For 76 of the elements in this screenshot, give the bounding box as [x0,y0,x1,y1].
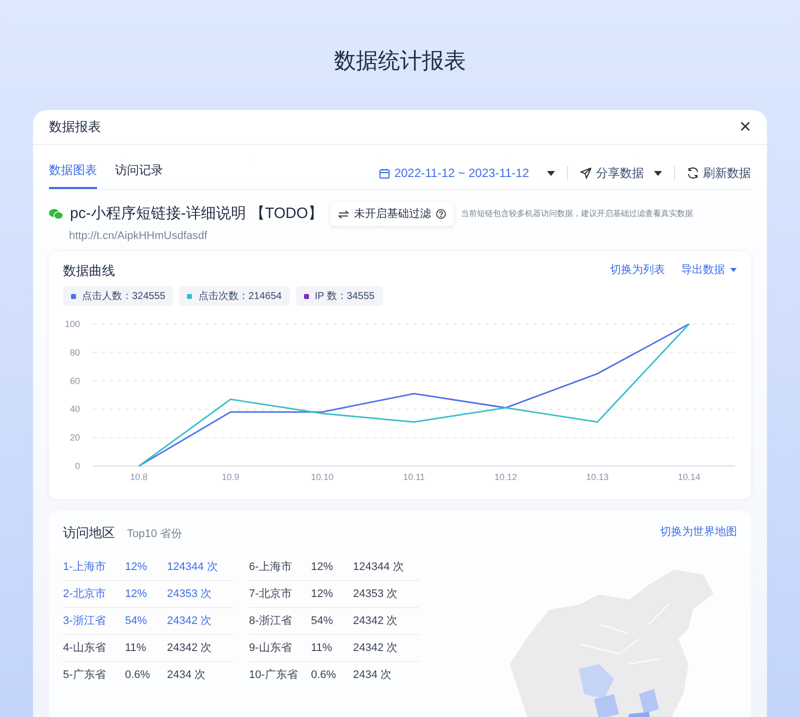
legend-chip[interactable]: IP 数：34555 [296,286,383,306]
filter-hint: 当前短链包含较多机器访问数据，建议开启基础过滤查看真实数据 [461,208,694,220]
region-name: 9-山东省 [249,640,293,656]
region-share: 54% [311,614,334,629]
calendar-icon [379,168,390,178]
x-tick-label: 10.8 [130,472,148,482]
region-count: 124344 次 [167,560,218,575]
card-title: 数据曲线 [63,262,115,280]
region-name: 3-浙江省 [63,614,107,629]
y-tick-label: 0 [74,461,80,471]
card-title: 访问地区 [63,524,115,542]
x-tick-label: 10.10 [311,472,334,482]
region-count: 24342 次 [167,640,212,656]
region-count: 24342 次 [353,640,398,656]
region-share: 0.6% [125,668,152,684]
region-share: 11% [311,640,334,656]
send-icon [580,167,592,179]
page-title: 数据统计报表 [334,47,466,75]
region-name: 5-广东省 [63,668,107,684]
caret-icon [654,170,662,176]
region-name: 1-上海市 [63,560,107,575]
region-share: 12% [311,560,334,575]
region-share: 12% [125,560,148,575]
region-count: 24353 次 [353,586,398,602]
region-name: 7-北京市 [249,586,293,602]
help-icon [436,209,446,219]
region-count: 24353 次 [167,586,212,602]
caret-icon [547,170,555,176]
y-tick-label: 20 [70,432,80,443]
tab[interactable]: 数据图表 [49,161,97,189]
swap-icon [338,210,350,218]
date-range-picker[interactable]: 2022-11-12 ~ 2023-11-12 [379,164,555,182]
region-share: 54% [125,614,148,629]
region-count: 24342 次 [167,614,212,629]
region-count: 124344 次 [353,560,404,575]
refresh-button[interactable]: 刷新数据 [687,164,751,182]
switch-link[interactable]: 切换为列表 [610,262,665,278]
region-count: 24342 次 [353,614,398,629]
region-name: 10-广东省 [249,668,299,684]
caret-icon [730,268,737,272]
export-button[interactable]: 导出数据 [681,262,737,278]
switch-link[interactable]: 切换为世界地图 [660,524,737,540]
share-button[interactable]: 分享数据 [580,164,662,182]
region-share: 12% [125,586,148,602]
y-tick-label: 60 [70,376,80,386]
card-subtitle: Top10 省份 [127,526,182,542]
close-button[interactable]: × [739,117,751,137]
x-tick-label: 10.11 [403,472,425,482]
legend-chip[interactable]: 点击次数：214654 [179,286,290,306]
region-name: 8-浙江省 [249,614,293,629]
x-tick-label: 10.13 [586,472,609,482]
region-share: 11% [125,640,148,656]
y-tick-label: 40 [70,404,80,414]
dialog-title: 数据报表 [49,118,101,136]
region-count: 2434 次 [353,668,392,684]
legend-label: 点击人数：324555 [82,290,166,304]
legend-chip[interactable]: 点击人数：324555 [63,286,174,306]
region-name: 2-北京市 [63,586,107,602]
filter-button[interactable]: 未开启基础过滤 [330,202,454,226]
region-share: 0.6% [311,668,338,684]
y-tick-label: 100 [64,319,80,329]
legend-label: 点击次数：214654 [198,290,282,304]
region-name: 4-山东省 [63,640,107,656]
refresh-icon [687,167,699,179]
region-share: 12% [311,586,334,602]
y-tick-label: 80 [70,347,80,358]
x-tick-label: 10.14 [678,472,700,482]
link-url[interactable]: http://t.cn/AipkHHmUsdfasdf [69,228,751,244]
x-tick-label: 10.9 [222,472,240,482]
link-title: pc-小程序短链接-详细说明 【TODO】 [70,204,324,224]
tab[interactable]: 访问记录 [115,161,163,189]
x-tick-label: 10.12 [494,472,517,482]
region-count: 2434 次 [167,668,206,684]
legend-label: IP 数：34555 [314,290,375,304]
chat-bubbles-icon [49,208,63,220]
region-name: 6-上海市 [249,560,293,575]
